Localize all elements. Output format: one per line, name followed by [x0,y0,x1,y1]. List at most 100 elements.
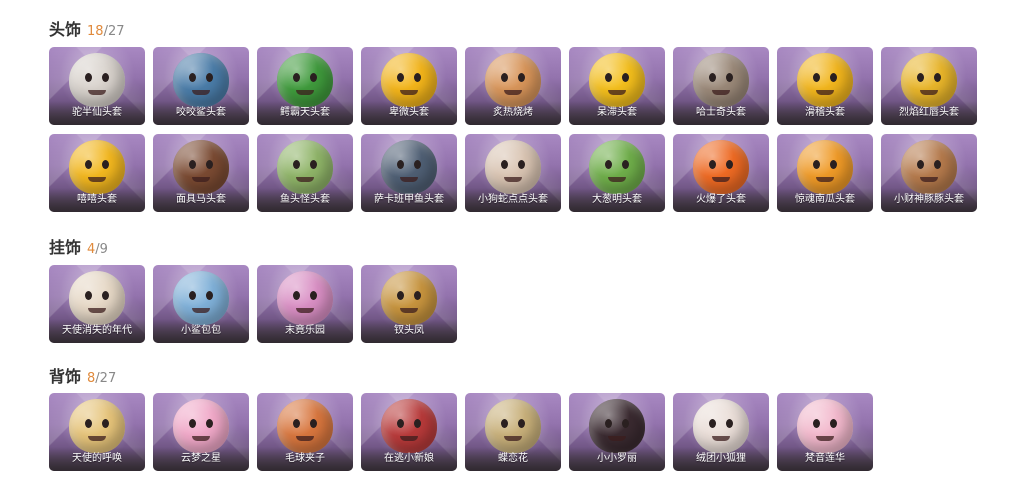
item-card[interactable]: 烈焰红唇头套 [881,47,977,125]
section-title: 背饰 [49,367,82,386]
item-card[interactable]: 小财神豚豚头套 [881,134,977,212]
item-label: 天使的呼唤 [72,453,122,464]
item-label: 蝶恋花 [498,453,528,464]
item-label: 炙热烧烤 [493,107,533,118]
section-title: 挂饰 [49,238,82,257]
runaway-bride-icon [381,399,437,453]
item-card[interactable]: 呆滞头套 [569,47,665,125]
item-label: 驼半仙头套 [72,107,122,118]
item-card[interactable]: 云梦之星 [153,393,249,471]
capybara-head-icon [901,140,957,194]
item-card[interactable]: 大葱明头套 [569,134,665,212]
item-grid-headwear: 驼半仙头套 咬咬鲨头套 鳄霸天头套 卑微头套 炙热烧烤 呆滞头套 哈士奇头套 滑稽头套 烈焰红唇… [49,47,977,212]
shark-head-icon [173,53,229,107]
item-card[interactable]: 哈士奇头套 [673,47,769,125]
item-label: 嘻嘻头套 [77,194,117,205]
section-header-back: 背饰 8/27 [49,363,116,387]
owned-count: 18 [87,24,104,39]
fire-head-icon [693,140,749,194]
item-card[interactable]: 面具马头套 [153,134,249,212]
item-label: 卑微头套 [389,107,429,118]
item-label: 天使消失的年代 [62,325,132,336]
pumpkin-head-icon [797,140,853,194]
item-card[interactable]: 惊魂南瓜头套 [777,134,873,212]
dog-snake-head-icon [485,140,541,194]
dazed-emoji-icon [589,53,645,107]
butterfly-flower-icon [485,399,541,453]
item-card[interactable]: 咬咬鲨头套 [153,47,249,125]
item-label: 火爆了头套 [696,194,746,205]
section-header-pendant: 挂饰 4/9 [49,234,108,258]
item-label: 在逃小新娘 [384,453,434,464]
item-card[interactable]: 小小罗丽 [569,393,665,471]
item-card[interactable]: 鳄霸天头套 [257,47,353,125]
item-card[interactable]: 滑稽头套 [777,47,873,125]
item-card[interactable]: 蝶恋花 [465,393,561,471]
item-card[interactable]: 嘻嘻头套 [49,134,145,212]
item-card[interactable]: 驼半仙头套 [49,47,145,125]
funny-emoji-icon [797,53,853,107]
item-card[interactable]: 小狗蛇点点头套 [465,134,561,212]
scallion-head-icon [589,140,645,194]
shark-bag-charm-icon [173,271,229,325]
item-label: 滑稽头套 [805,107,845,118]
item-card[interactable]: 鱼头怪头套 [257,134,353,212]
total-count: /27 [95,371,117,386]
item-card[interactable]: 绒团小狐狸 [673,393,769,471]
item-label: 小鲨包包 [181,325,221,336]
item-label: 鳄霸天头套 [280,107,330,118]
item-card[interactable]: 小鲨包包 [153,265,249,343]
item-card[interactable]: 萨卡班甲鱼头套 [361,134,457,212]
barbecue-icon [485,53,541,107]
accessory-collection-page: 头饰 18/27 驼半仙头套 咬咬鲨头套 鳄霸天头套 卑微头套 炙热烧烤 呆滞头套 哈士奇头… [0,0,1022,488]
item-card[interactable]: 火爆了头套 [673,134,769,212]
collection-count: 18/27 [87,24,124,39]
humble-emoji-icon [381,53,437,107]
item-label: 小财神豚豚头套 [894,194,964,205]
collection-count: 8/27 [87,371,116,386]
item-label: 毛球夹子 [285,453,325,464]
item-card[interactable]: 卑微头套 [361,47,457,125]
item-label: 鱼头怪头套 [280,194,330,205]
fish-monster-head-icon [277,140,333,194]
total-count: /27 [103,24,125,39]
item-grid-back: 天使的呼唤 云梦之星 毛球夹子 在逃小新娘 蝶恋花 小小罗丽 绒团小狐狸 梵音莲华 [49,393,977,471]
fur-ball-clip-icon [277,399,333,453]
fluffy-fox-icon [693,399,749,453]
item-label: 大葱明头套 [592,194,642,205]
item-label: 呆滞头套 [597,107,637,118]
item-label: 绒团小狐狸 [696,453,746,464]
item-label: 惊魂南瓜头套 [795,194,855,205]
item-label: 萨卡班甲鱼头套 [374,194,444,205]
item-card[interactable]: 末竟乐园 [257,265,353,343]
item-card[interactable]: 梵音莲华 [777,393,873,471]
item-label: 烈焰红唇头套 [899,107,959,118]
item-label: 钗头凤 [394,325,424,336]
raccoon-head-icon [69,53,125,107]
item-label: 梵音莲华 [805,453,845,464]
item-card[interactable]: 天使的呼唤 [49,393,145,471]
sanskrit-lotus-icon [797,399,853,453]
item-card[interactable]: 天使消失的年代 [49,265,145,343]
red-lips-head-icon [901,53,957,107]
grin-emoji-icon [69,140,125,194]
item-card[interactable]: 毛球夹子 [257,393,353,471]
item-label: 末竟乐园 [285,325,325,336]
husky-head-icon [693,53,749,107]
total-count: /9 [95,242,108,257]
item-label: 咬咬鲨头套 [176,107,226,118]
item-label: 小小罗丽 [597,453,637,464]
collection-count: 4/9 [87,242,108,257]
item-label: 面具马头套 [176,194,226,205]
item-card[interactable]: 在逃小新娘 [361,393,457,471]
item-label: 小狗蛇点点头套 [478,194,548,205]
section-title: 头饰 [49,20,82,39]
angel-call-back-icon [69,399,125,453]
item-card[interactable]: 钗头凤 [361,265,457,343]
paradise-charm-icon [277,271,333,325]
little-lolita-icon [589,399,645,453]
cloud-dream-star-icon [173,399,229,453]
item-card[interactable]: 炙热烧烤 [465,47,561,125]
crocodile-head-icon [277,53,333,107]
section-header-headwear: 头饰 18/27 [49,16,124,40]
